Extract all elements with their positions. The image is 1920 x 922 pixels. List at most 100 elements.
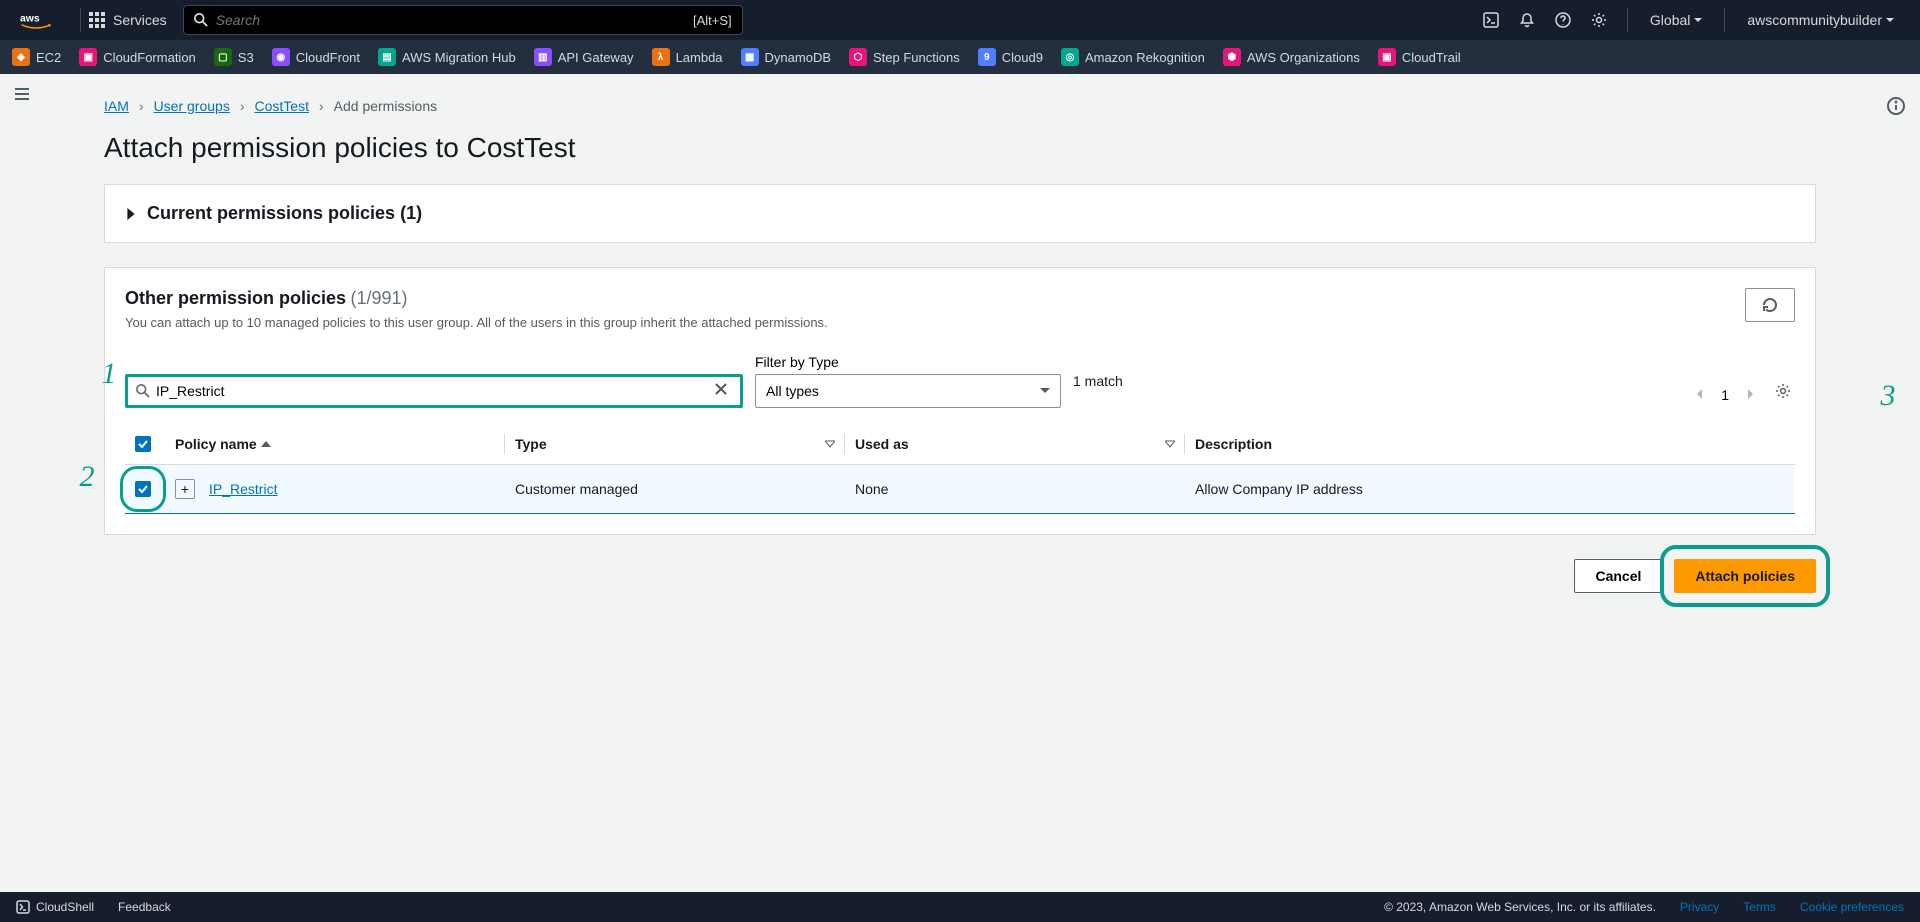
sort-icon — [825, 439, 835, 449]
col-type[interactable]: Type — [515, 436, 547, 452]
expand-row-button[interactable]: + — [175, 479, 195, 499]
settings-button[interactable] — [1583, 4, 1615, 36]
info-icon — [1887, 97, 1905, 115]
shortcut-cloudformation[interactable]: ▣CloudFormation — [79, 48, 196, 66]
match-count: 1 match — [1073, 364, 1123, 398]
global-search-input[interactable] — [216, 12, 693, 28]
nav-divider — [80, 8, 81, 32]
other-policies-subtitle: You can attach up to 10 managed policies… — [125, 315, 1745, 330]
shortcut-ec2[interactable]: ◆EC2 — [12, 48, 61, 66]
footer-terms[interactable]: Terms — [1743, 900, 1776, 914]
current-permissions-toggle[interactable]: Current permissions policies (1) — [105, 185, 1815, 242]
gear-icon — [1591, 12, 1607, 28]
triangle-right-icon — [125, 208, 137, 220]
callout-3: 3 — [1870, 378, 1906, 414]
notifications-button[interactable] — [1511, 4, 1543, 36]
footer: CloudShell Feedback © 2023, Amazon Web S… — [0, 892, 1920, 922]
current-permissions-title: Current permissions policies (1) — [147, 203, 422, 224]
refresh-icon — [1762, 297, 1778, 313]
sort-icon — [1165, 439, 1175, 449]
select-all-checkbox[interactable] — [135, 436, 151, 452]
chevron-down-icon — [1694, 16, 1702, 24]
refresh-button[interactable] — [1745, 288, 1795, 322]
cloudshell-icon-button[interactable] — [1475, 4, 1507, 36]
policy-search-wrap — [125, 374, 743, 408]
other-permission-policies-panel: Other permission policies (1/991) You ca… — [104, 267, 1816, 535]
col-policy-name[interactable]: Policy name — [175, 436, 257, 452]
ec2-icon: ◆ — [12, 48, 30, 66]
search-icon — [136, 384, 150, 398]
services-menu[interactable]: Services — [89, 12, 167, 28]
breadcrumb-costtest[interactable]: CostTest — [255, 98, 309, 114]
shortcut-cloudfront[interactable]: ◉CloudFront — [272, 48, 360, 66]
top-nav: aws Services [Alt+S] Global awscommunity… — [0, 0, 1920, 40]
policy-search-input[interactable] — [156, 383, 710, 399]
col-used-as[interactable]: Used as — [855, 436, 909, 452]
shortcut-cloud9[interactable]: 9Cloud9 — [978, 48, 1043, 66]
shortcut-cloudtrail[interactable]: ▣CloudTrail — [1378, 48, 1461, 66]
breadcrumb-usergroups[interactable]: User groups — [154, 98, 230, 114]
policies-table: Policy name Type Used as Description 2 +… — [125, 424, 1795, 514]
close-icon — [714, 382, 728, 396]
aws-logo[interactable]: aws — [20, 10, 52, 30]
footer-privacy[interactable]: Privacy — [1680, 900, 1719, 914]
row-checkbox[interactable] — [135, 481, 151, 497]
sidebar-toggle[interactable] — [0, 74, 44, 114]
cloudshell-icon — [1483, 12, 1499, 28]
action-buttons: Cancel Attach policies — [104, 559, 1816, 593]
s3-icon: ▢ — [214, 48, 232, 66]
sort-asc-icon — [261, 439, 271, 449]
global-search[interactable]: [Alt+S] — [183, 5, 743, 35]
other-policies-count: (1/991) — [351, 288, 408, 308]
shortcut-step-functions[interactable]: ⬡Step Functions — [849, 48, 960, 66]
chevron-down-icon — [1886, 16, 1894, 24]
service-shortcut-bar: ◆EC2 ▣CloudFormation ▢S3 ◉CloudFront ▤AW… — [0, 40, 1920, 74]
filter-type-select[interactable]: All types — [755, 374, 1061, 408]
shortcut-organizations[interactable]: ⬢AWS Organizations — [1223, 48, 1360, 66]
chevron-left-icon — [1695, 389, 1705, 399]
table-settings-button[interactable] — [1771, 379, 1795, 408]
cfn-icon: ▣ — [79, 48, 97, 66]
breadcrumb-iam[interactable]: IAM — [104, 98, 129, 114]
paginator: 1 — [1691, 382, 1759, 408]
cloudfront-icon: ◉ — [272, 48, 290, 66]
next-page-button[interactable] — [1741, 382, 1759, 408]
grid-icon — [89, 12, 105, 28]
callout-1: 1 — [91, 356, 127, 392]
migration-icon: ▤ — [378, 48, 396, 66]
ddb-icon: ▦ — [741, 48, 759, 66]
trail-icon: ▣ — [1378, 48, 1396, 66]
footer-copyright: © 2023, Amazon Web Services, Inc. or its… — [1384, 900, 1656, 914]
help-icon — [1555, 12, 1571, 28]
shortcut-lambda[interactable]: λLambda — [652, 48, 723, 66]
help-button[interactable] — [1547, 4, 1579, 36]
page-content: IAM › User groups › CostTest › Add permi… — [50, 74, 1870, 593]
policy-link[interactable]: IP_Restrict — [209, 481, 277, 497]
info-panel-toggle[interactable] — [1880, 90, 1912, 122]
nav-divider — [1627, 8, 1628, 32]
footer-cloudshell[interactable]: CloudShell — [16, 900, 94, 914]
shortcut-api-gateway[interactable]: ▥API Gateway — [534, 48, 634, 66]
svg-text:aws: aws — [20, 14, 40, 25]
rekog-icon: ◎ — [1061, 48, 1079, 66]
shortcut-migration-hub[interactable]: ▤AWS Migration Hub — [378, 48, 516, 66]
cell-used-as: None — [845, 465, 1185, 514]
cancel-button[interactable]: Cancel — [1574, 559, 1662, 593]
prev-page-button[interactable] — [1691, 382, 1709, 408]
col-description[interactable]: Description — [1195, 436, 1272, 452]
org-icon: ⬢ — [1223, 48, 1241, 66]
clear-search-button[interactable] — [710, 378, 732, 405]
account-selector[interactable]: awscommunitybuilder — [1737, 12, 1904, 28]
gear-icon — [1775, 383, 1791, 399]
footer-feedback[interactable]: Feedback — [118, 900, 171, 914]
region-selector[interactable]: Global — [1640, 12, 1712, 28]
shortcut-rekognition[interactable]: ◎Amazon Rekognition — [1061, 48, 1205, 66]
attach-policies-button[interactable]: Attach policies — [1674, 559, 1816, 593]
shortcut-s3[interactable]: ▢S3 — [214, 48, 254, 66]
breadcrumb-sep: › — [319, 98, 324, 114]
other-policies-title: Other permission policies — [125, 288, 346, 308]
shortcut-dynamodb[interactable]: ▦DynamoDB — [741, 48, 831, 66]
breadcrumb-current: Add permissions — [334, 98, 438, 114]
cell-description: Allow Company IP address — [1185, 465, 1795, 514]
footer-cookie[interactable]: Cookie preferences — [1800, 900, 1904, 914]
